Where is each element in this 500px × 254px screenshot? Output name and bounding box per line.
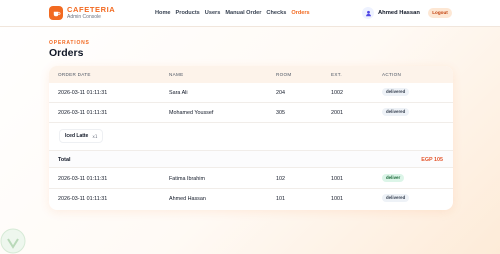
header-order-date: ORDER DATE bbox=[58, 72, 91, 77]
status-badge: delivered bbox=[382, 88, 410, 96]
table-row[interactable]: 2026-03-11 01:11:31 Sara Ali 204 1002 de… bbox=[49, 83, 453, 103]
status-badge: delivered bbox=[382, 108, 410, 116]
table-row[interactable]: 2026-03-11 01:11:31 Ahmed Hassan 101 100… bbox=[49, 189, 453, 209]
cafeteria-logo-icon[interactable] bbox=[49, 6, 63, 20]
top-bar: CAFETERIA Admin Console Home Products Us… bbox=[0, 0, 500, 27]
header-action: ACTION bbox=[382, 72, 402, 77]
header-room: ROOM bbox=[276, 72, 292, 77]
avatar[interactable] bbox=[362, 7, 374, 19]
status-badge: delivered bbox=[382, 194, 410, 202]
customer-name: Sara Ali bbox=[169, 90, 188, 96]
nav-products[interactable]: Products bbox=[176, 9, 200, 18]
room-number: 305 bbox=[276, 110, 285, 116]
user-icon bbox=[365, 10, 371, 16]
room-number: 102 bbox=[276, 176, 285, 182]
nav-users[interactable]: Users bbox=[205, 9, 221, 18]
extension: 1001 bbox=[331, 176, 343, 182]
extension: 1001 bbox=[331, 196, 343, 202]
order-date: 2026-03-11 01:11:31 bbox=[58, 176, 108, 182]
logout-button[interactable]: Logout bbox=[428, 8, 452, 18]
nav-checks[interactable]: Checks bbox=[266, 9, 286, 18]
nav-manual-order[interactable]: Manual Order bbox=[225, 9, 261, 18]
order-date: 2026-03-11 01:11:31 bbox=[58, 110, 108, 116]
user-name: Ahmed Hassan bbox=[378, 10, 420, 16]
main-nav: Home Products Users Manual Order Checks … bbox=[155, 9, 310, 18]
extension: 1002 bbox=[331, 90, 343, 96]
page-title: Orders bbox=[49, 47, 84, 59]
header-ext: EXT. bbox=[331, 72, 342, 77]
orders-table: ORDER DATE NAME ROOM EXT. ACTION 2026-03… bbox=[49, 66, 453, 210]
order-total-row: Total EGP 105 bbox=[49, 151, 453, 168]
room-number: 204 bbox=[276, 90, 285, 96]
order-date: 2026-03-11 01:11:31 bbox=[58, 196, 108, 202]
support-icon[interactable] bbox=[0, 228, 26, 254]
section-eyebrow: OPERATIONS bbox=[49, 40, 90, 46]
total-value: EGP 105 bbox=[421, 157, 443, 163]
nav-home[interactable]: Home bbox=[155, 9, 171, 18]
order-date: 2026-03-11 01:11:31 bbox=[58, 90, 108, 96]
nav-orders[interactable]: Orders bbox=[291, 9, 309, 18]
table-row[interactable]: 2026-03-11 01:11:31 Mohamed Youssef 305 … bbox=[49, 103, 453, 123]
item-quantity: x1 bbox=[92, 133, 98, 139]
extension: 2001 bbox=[331, 110, 343, 116]
room-number: 101 bbox=[276, 196, 285, 202]
table-row[interactable]: 2026-03-11 01:11:31 Fatima Ibrahim 102 1… bbox=[49, 169, 453, 189]
header-name: NAME bbox=[169, 72, 184, 77]
total-label: Total bbox=[58, 157, 71, 163]
brand-name[interactable]: CAFETERIA bbox=[67, 6, 115, 14]
customer-name: Ahmed Hassan bbox=[169, 196, 206, 202]
customer-name: Fatima Ibrahim bbox=[169, 176, 205, 182]
order-details: Iced Latte x1 bbox=[49, 123, 453, 151]
order-item: Iced Latte x1 bbox=[59, 129, 104, 143]
customer-name: Mohamed Youssef bbox=[169, 110, 214, 116]
table-header: ORDER DATE NAME ROOM EXT. ACTION bbox=[49, 66, 453, 83]
deliver-button[interactable]: deliver bbox=[382, 174, 405, 182]
item-name: Iced Latte bbox=[65, 133, 89, 139]
brand-subtitle: Admin Console bbox=[67, 14, 101, 20]
